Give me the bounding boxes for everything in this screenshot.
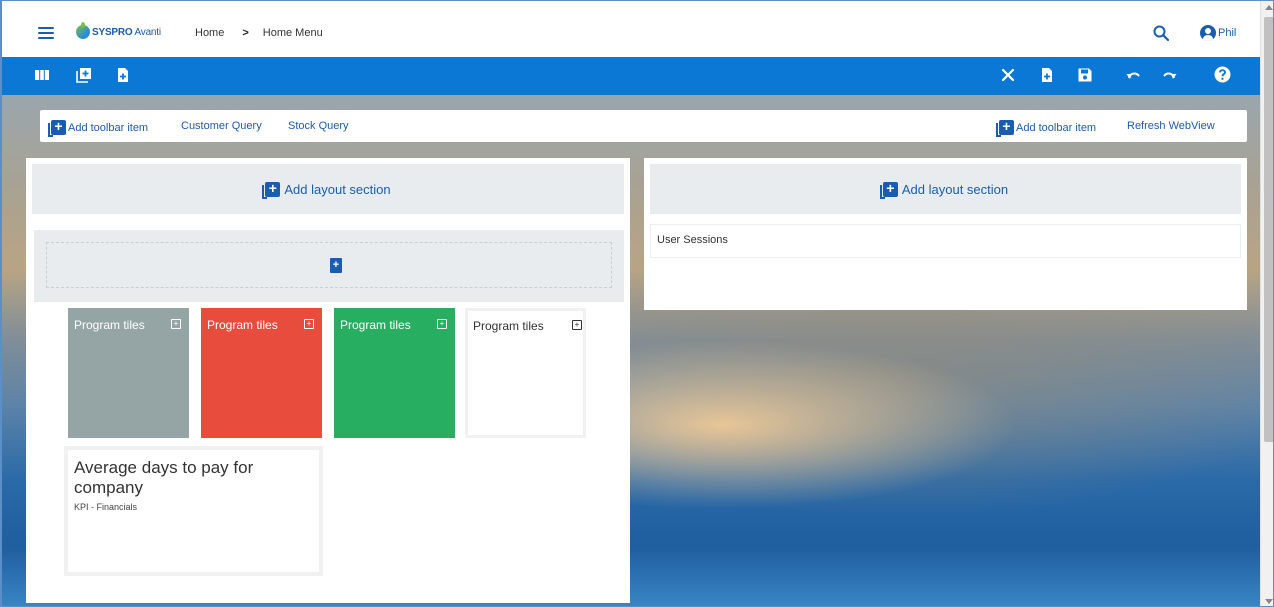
save-icon[interactable] — [1077, 67, 1093, 83]
help-icon[interactable] — [1214, 66, 1231, 83]
add-toolbar-item-left[interactable]: Add toolbar item — [48, 118, 149, 137]
chevron-right-icon: > — [242, 27, 249, 39]
drop-zone-dashed[interactable] — [46, 242, 612, 288]
hamburger-menu-icon[interactable] — [38, 27, 54, 39]
toolbar-strip: Add toolbar item Customer Query Stock Qu… — [40, 110, 1247, 142]
program-tile-label: Program tiles — [74, 318, 145, 332]
add-layout-section-label: Add layout section — [901, 181, 1009, 197]
top-header: SYSPRO Avanti Home > Home Menu Phil — [2, 1, 1260, 57]
add-panel-icon[interactable] — [76, 67, 92, 83]
user-sessions-title: User Sessions — [657, 234, 728, 246]
kpi-title: Average days to pay for company — [74, 458, 254, 497]
program-tile-red[interactable]: Program tiles + — [201, 308, 322, 438]
add-layout-section-button[interactable]: Add layout section — [32, 164, 624, 214]
scroll-down-icon[interactable] — [1265, 599, 1273, 604]
add-toolbar-item-label: Add toolbar item — [68, 121, 149, 134]
program-tile-label: Program tiles — [340, 318, 411, 332]
user-menu[interactable]: Phil — [1200, 25, 1236, 41]
program-tile-green[interactable]: Program tiles + — [334, 308, 455, 438]
scroll-up-icon[interactable] — [1265, 5, 1273, 10]
program-tile-white[interactable]: Program tiles + — [465, 308, 586, 438]
open-tile-icon[interactable]: + — [304, 319, 314, 329]
syspro-logo-icon — [76, 22, 90, 39]
breadcrumb-home[interactable]: Home — [195, 27, 224, 39]
add-layout-section-label: Add layout section — [284, 181, 391, 197]
breadcrumb: Home > Home Menu — [195, 27, 323, 39]
add-document-icon[interactable] — [1039, 67, 1055, 83]
user-sessions-widget[interactable]: User Sessions — [650, 224, 1241, 258]
open-tile-icon[interactable]: + — [437, 319, 447, 329]
add-box-icon — [48, 118, 66, 137]
action-bar — [2, 57, 1260, 95]
user-avatar-icon — [1200, 25, 1216, 41]
toolbar-item-stock-query[interactable]: Stock Query — [288, 120, 349, 132]
vertical-scrollbar[interactable] — [1260, 1, 1273, 606]
drop-zone — [34, 230, 624, 302]
right-layout-panel: Add layout section User Sessions — [644, 158, 1247, 310]
undo-icon[interactable] — [1125, 67, 1141, 83]
add-box-icon — [996, 118, 1014, 137]
columns-icon[interactable] — [34, 67, 50, 83]
close-icon[interactable] — [1000, 67, 1016, 83]
add-toolbar-item-label: Add toolbar item — [1016, 121, 1097, 134]
add-document-icon[interactable] — [330, 258, 342, 273]
scroll-thumb[interactable] — [1264, 17, 1273, 442]
app-window: SYSPRO Avanti Home > Home Menu Phil + Ad… — [0, 0, 1274, 607]
add-document-icon[interactable] — [115, 67, 131, 83]
refresh-webview-link[interactable]: Refresh WebView — [1127, 120, 1215, 132]
open-tile-icon[interactable]: + — [171, 319, 181, 329]
add-toolbar-item-right[interactable]: Add toolbar item — [996, 118, 1097, 137]
logo-sub: Avanti — [134, 26, 161, 38]
program-tile-gray[interactable]: Program tiles + — [68, 308, 189, 438]
open-tile-icon[interactable]: + — [572, 320, 582, 330]
search-icon[interactable] — [1153, 25, 1169, 41]
breadcrumb-current: Home Menu — [262, 27, 323, 39]
add-layout-section-button[interactable]: Add layout section — [650, 164, 1241, 214]
add-box-icon — [879, 180, 898, 199]
add-box-icon — [262, 180, 281, 199]
program-tile-label: Program tiles — [207, 318, 278, 332]
toolbar-item-customer-query[interactable]: Customer Query — [181, 120, 262, 132]
kpi-tile[interactable]: Average days to pay for company KPI - Fi… — [64, 446, 323, 576]
syspro-logo[interactable]: SYSPRO Avanti — [76, 22, 161, 39]
program-tile-label: Program tiles — [473, 319, 544, 333]
logo-text: SYSPRO — [92, 26, 133, 38]
kpi-subtitle: KPI - Financials — [74, 502, 138, 512]
user-name: Phil — [1218, 27, 1237, 39]
redo-icon[interactable] — [1162, 67, 1178, 83]
